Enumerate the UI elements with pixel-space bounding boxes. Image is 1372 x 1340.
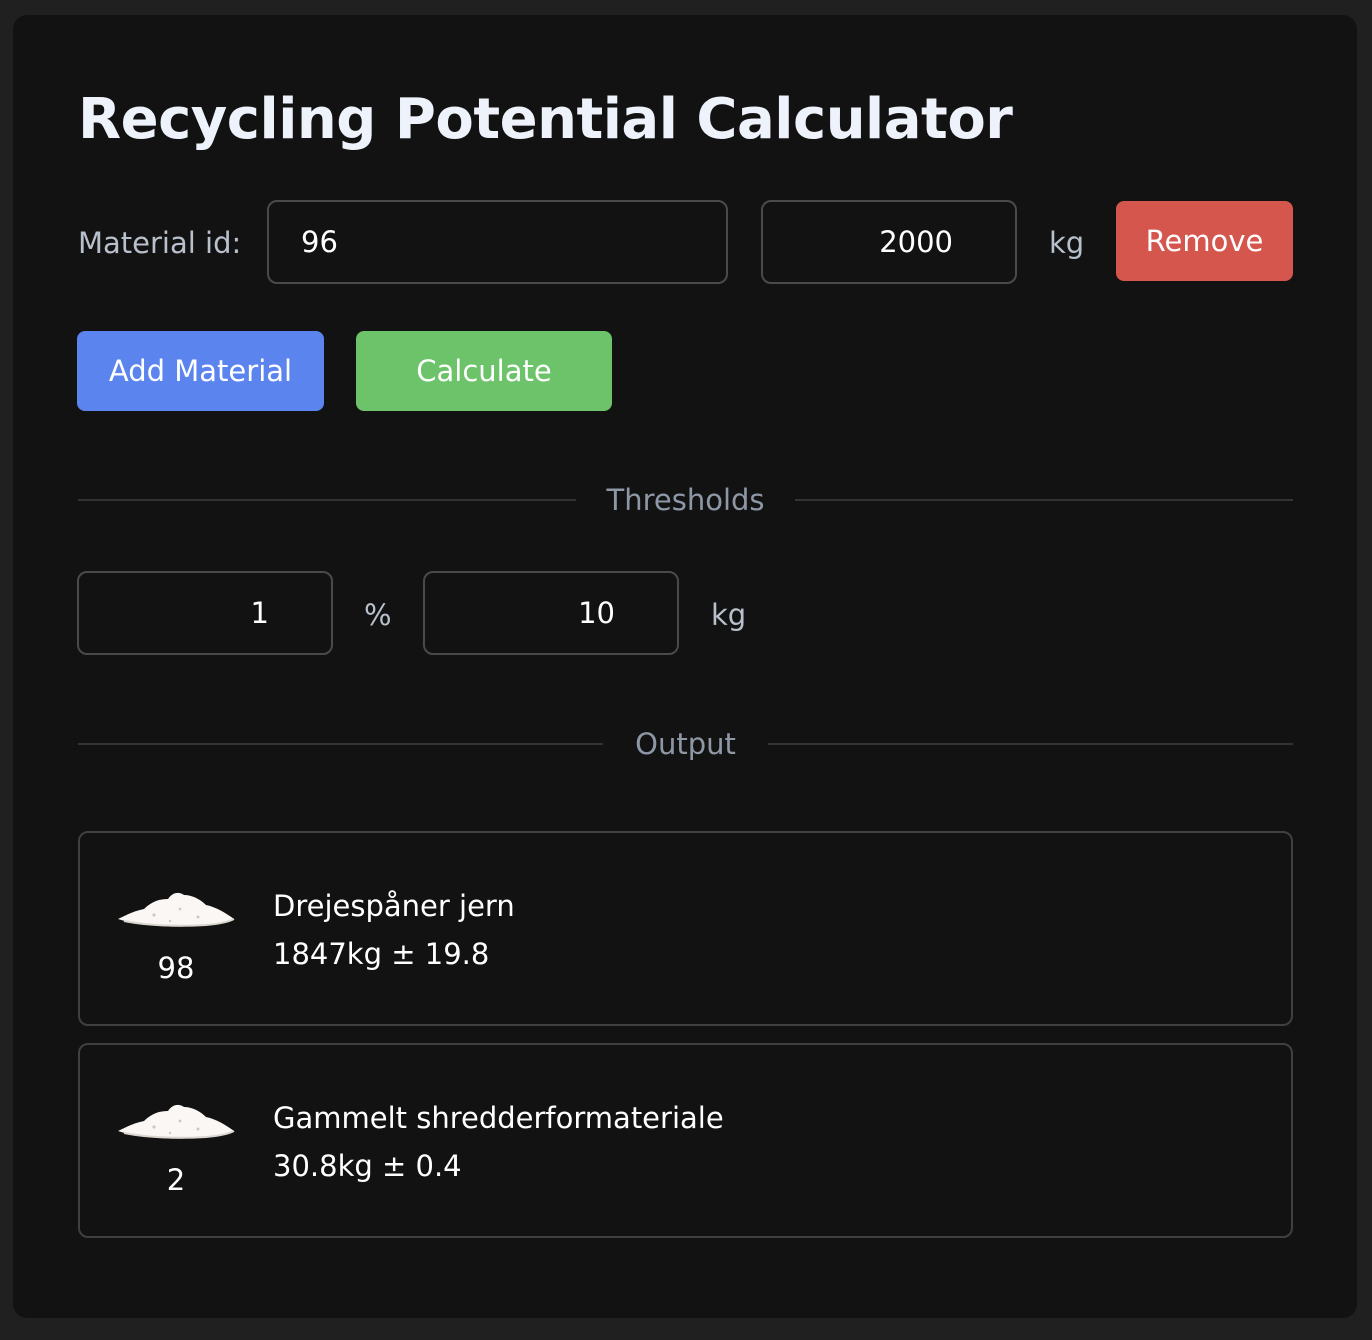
percent-unit-label: % [364, 598, 392, 632]
result-material-id: 98 [157, 951, 195, 985]
thresholds-heading: Thresholds [576, 483, 795, 517]
material-weight-input[interactable] [761, 200, 1017, 284]
result-card: 2 Gammelt shredderformateriale 30.8kg ± … [78, 1043, 1293, 1238]
output-heading: Output [605, 727, 766, 761]
weight-unit-label: kg [711, 598, 747, 632]
output-divider: Output [78, 724, 1293, 764]
thresholds-divider: Thresholds [78, 480, 1293, 520]
calculate-button[interactable]: Calculate [356, 331, 612, 411]
material-id-input[interactable] [267, 200, 728, 284]
result-card: 98 Drejespåner jern 1847kg ± 19.8 [78, 831, 1293, 1026]
remove-button[interactable]: Remove [1116, 201, 1293, 281]
material-pile-icon [118, 1104, 235, 1139]
add-material-button[interactable]: Add Material [77, 331, 324, 411]
calculator-card: Recycling Potential Calculator Material … [13, 15, 1357, 1318]
material-id-label: Material id: [78, 226, 242, 260]
result-material-id: 2 [166, 1163, 186, 1197]
material-weight-unit: kg [1049, 226, 1085, 260]
page-title: Recycling Potential Calculator [78, 87, 1013, 152]
result-amount: 30.8kg ± 0.4 [273, 1149, 462, 1183]
weight-threshold-input[interactable] [423, 571, 679, 655]
result-amount: 1847kg ± 19.8 [273, 937, 490, 971]
material-pile-icon [118, 892, 235, 927]
percent-threshold-input[interactable] [77, 571, 333, 655]
result-material-name: Drejespåner jern [273, 889, 515, 923]
result-material-name: Gammelt shredderformateriale [273, 1101, 724, 1135]
